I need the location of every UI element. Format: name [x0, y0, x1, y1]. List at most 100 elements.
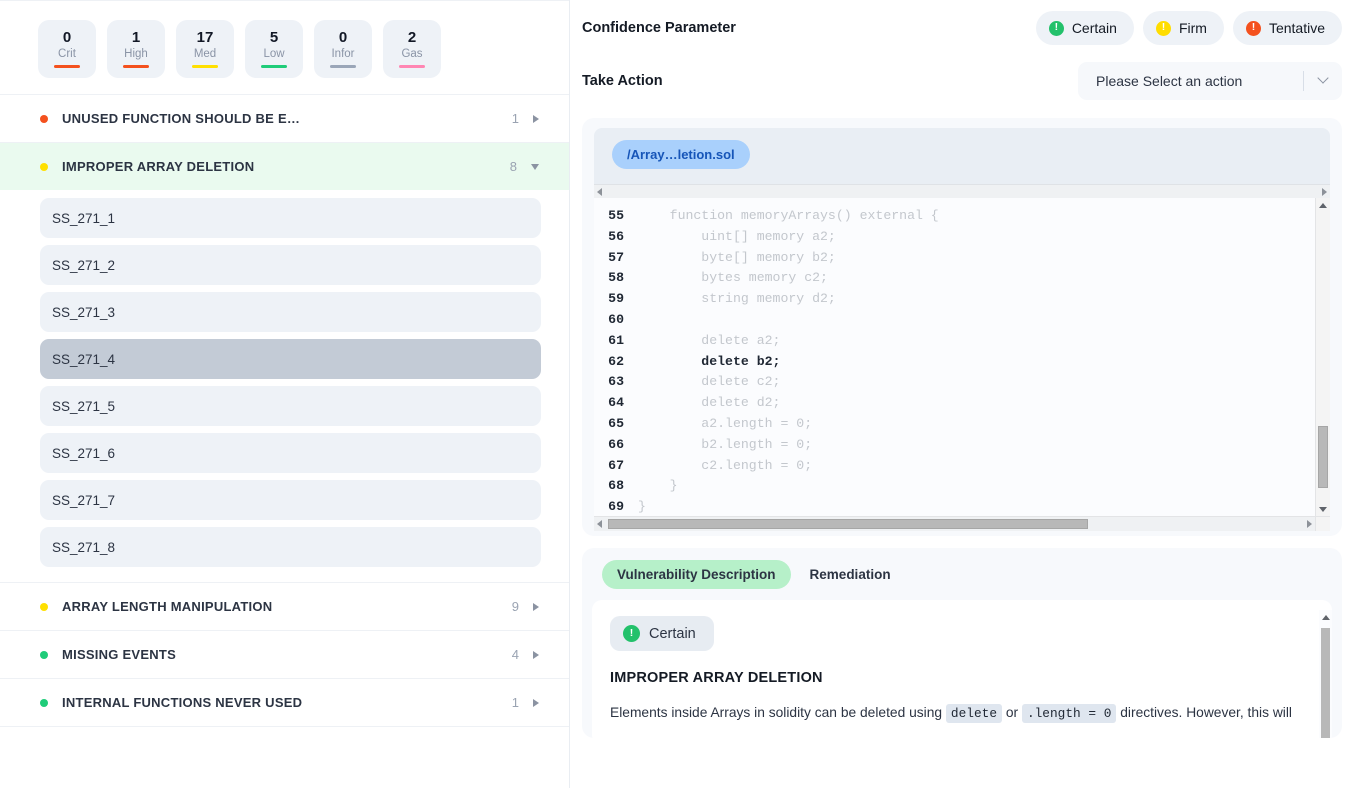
chevron-right-icon[interactable]: [533, 698, 539, 707]
vulnerability-group-count: 8: [509, 159, 517, 174]
scroll-up-arrow-icon[interactable]: [1316, 198, 1330, 212]
code-line-number: 61: [608, 332, 624, 348]
vulnerability-group-row[interactable]: ARRAY LENGTH MANIPULATION 9: [0, 582, 569, 630]
sub-item-ss_271_3[interactable]: SS_271_3: [40, 292, 541, 332]
vulnerability-description-text: Elements inside Arrays in solidity can b…: [610, 703, 1312, 724]
horizontal-scroll-thumb[interactable]: [608, 519, 1088, 529]
code-line: 65 a2.length = 0;: [594, 414, 1315, 435]
severity-card-high[interactable]: 1 High: [107, 20, 165, 78]
severity-count: 0: [62, 29, 72, 46]
description-tab-remediation[interactable]: Remediation: [795, 560, 906, 589]
exclamation-circle-icon: !: [1048, 20, 1064, 36]
code-line-text: string memory d2;: [638, 291, 836, 307]
description-vertical-scrollbar[interactable]: [1319, 610, 1332, 738]
sub-item-ss_271_5[interactable]: SS_271_5: [40, 386, 541, 426]
code-line: 59 string memory d2;: [594, 289, 1315, 310]
severity-card-med[interactable]: 17 Med: [176, 20, 234, 78]
code-line-number: 59: [608, 291, 624, 307]
sub-item-ss_271_4[interactable]: SS_271_4: [40, 339, 541, 379]
desc-text-part2: or: [1002, 705, 1022, 720]
vulnerability-sidebar: 0 Crit 1 High 17 Med 5 Low 0 Infor 2 Gas UNUSED FUN…: [0, 0, 570, 788]
chevron-right-icon[interactable]: [533, 114, 539, 123]
code-line-text: delete d2;: [638, 395, 781, 411]
severity-count: 2: [407, 29, 417, 46]
code-area: 55 function memoryArrays() external {56 …: [594, 198, 1330, 516]
vulnerability-group-count: 4: [511, 647, 519, 662]
description-card: Vulnerability Description Remediation ! C…: [582, 548, 1342, 738]
vertical-scroll-thumb[interactable]: [1318, 426, 1328, 488]
app-root: 0 Crit 1 High 17 Med 5 Low 0 Infor 2 Gas UNUSED FUN…: [0, 0, 1358, 788]
code-line: 67 c2.length = 0;: [594, 456, 1315, 477]
code-vertical-scrollbar[interactable]: [1315, 198, 1330, 516]
action-select[interactable]: Please Select an action: [1078, 62, 1342, 100]
file-tab[interactable]: /Array…letion.sol: [612, 140, 750, 169]
severity-count: 5: [269, 29, 279, 46]
code-line-text: a2.length = 0;: [638, 415, 813, 431]
description-tab-vulnerability-description[interactable]: Vulnerability Description: [602, 560, 791, 589]
severity-card-crit[interactable]: 0 Crit: [38, 20, 96, 78]
code-line-number: 58: [608, 270, 624, 286]
code-line-number: 60: [608, 311, 624, 327]
scroll-right-arrow-icon[interactable]: [1322, 187, 1327, 196]
vulnerability-group-row[interactable]: UNUSED FUNCTION SHOULD BE E… 1: [0, 94, 569, 142]
sub-item-ss_271_6[interactable]: SS_271_6: [40, 433, 541, 473]
vulnerability-group-list: UNUSED FUNCTION SHOULD BE E… 1 IMPROPER AR…: [0, 94, 569, 788]
severity-card-low[interactable]: 5 Low: [245, 20, 303, 78]
chevron-down-icon[interactable]: [1304, 72, 1342, 85]
severity-dot-icon: [40, 114, 48, 123]
chevron-right-icon[interactable]: [533, 650, 539, 659]
code-line-text: delete c2;: [638, 374, 781, 390]
code-line-text: uint[] memory a2;: [638, 228, 836, 244]
sub-item-ss_271_8[interactable]: SS_271_8: [40, 527, 541, 567]
severity-card-infor[interactable]: 0 Infor: [314, 20, 372, 78]
sub-item-ss_271_7[interactable]: SS_271_7: [40, 480, 541, 520]
confidence-badge-label: Certain: [649, 625, 696, 642]
code-line: 68 }: [594, 476, 1315, 497]
severity-label: Infor: [331, 47, 355, 60]
vulnerability-group-row[interactable]: IMPROPER ARRAY DELETION 8: [0, 142, 569, 190]
confidence-row: Confidence Parameter ! Certain! Firm! Tenta…: [582, 0, 1342, 56]
severity-color-bar: [330, 65, 356, 68]
confidence-parameter-label: Confidence Parameter: [582, 20, 736, 36]
vulnerability-group-row[interactable]: MISSING EVENTS 4: [0, 630, 569, 678]
desc-scroll-up-arrow-icon[interactable]: [1319, 610, 1332, 624]
sub-item-ss_271_1[interactable]: SS_271_1: [40, 198, 541, 238]
scroll-left-arrow-icon[interactable]: [597, 187, 602, 196]
scroll-down-arrow-icon[interactable]: [1316, 502, 1330, 516]
code-line-text: function memoryArrays() external {: [638, 208, 939, 223]
code-line-number: 66: [608, 436, 624, 452]
description-scroll-thumb[interactable]: [1321, 628, 1330, 738]
severity-count: 1: [131, 29, 141, 46]
vulnerability-group-name: INTERNAL FUNCTIONS NEVER USED: [62, 695, 303, 710]
tabbar-scrollbar[interactable]: [594, 184, 1330, 198]
exclamation-circle-icon: !: [623, 625, 640, 642]
code-horizontal-scrollbar[interactable]: [594, 516, 1330, 531]
chevron-down-icon[interactable]: [531, 163, 539, 170]
vulnerability-title: IMPROPER ARRAY DELETION: [610, 670, 823, 686]
severity-color-bar: [399, 65, 425, 68]
confidence-button-firm[interactable]: ! Firm: [1142, 11, 1224, 45]
code-line-number: 69: [608, 499, 624, 515]
sub-item-ss_271_2[interactable]: SS_271_2: [40, 245, 541, 285]
code-line-number: 68: [608, 478, 624, 494]
confidence-button-tentative[interactable]: ! Tentative: [1232, 11, 1342, 45]
vulnerability-group-row[interactable]: INTERNAL FUNCTIONS NEVER USED 1: [0, 678, 569, 726]
description-body: ! Certain IMPROPER ARRAY DELETION Elemen…: [592, 600, 1332, 738]
severity-card-gas[interactable]: 2 Gas: [383, 20, 441, 78]
severity-label: High: [124, 47, 148, 60]
confidence-buttons: ! Certain! Firm! Tentative: [1035, 11, 1342, 45]
chevron-right-icon[interactable]: [533, 602, 539, 611]
exclamation-circle-icon: !: [1155, 20, 1171, 36]
code-line-text: delete a2;: [638, 332, 781, 348]
scrollbar-corner: [1315, 516, 1330, 531]
vulnerability-group-name: UNUSED FUNCTION SHOULD BE E…: [62, 111, 301, 126]
desc-text-part1: Elements inside Arrays in solidity can b…: [610, 705, 946, 720]
confidence-button-certain[interactable]: ! Certain: [1035, 11, 1134, 45]
hscroll-right-arrow-icon[interactable]: [1307, 520, 1312, 528]
severity-dot-icon: [40, 650, 48, 659]
code-line-text: }: [638, 499, 646, 515]
hscroll-left-arrow-icon[interactable]: [597, 520, 602, 528]
take-action-label: Take Action: [582, 73, 663, 89]
code-line-number: 56: [608, 228, 624, 244]
code-line-text: c2.length = 0;: [638, 457, 813, 473]
